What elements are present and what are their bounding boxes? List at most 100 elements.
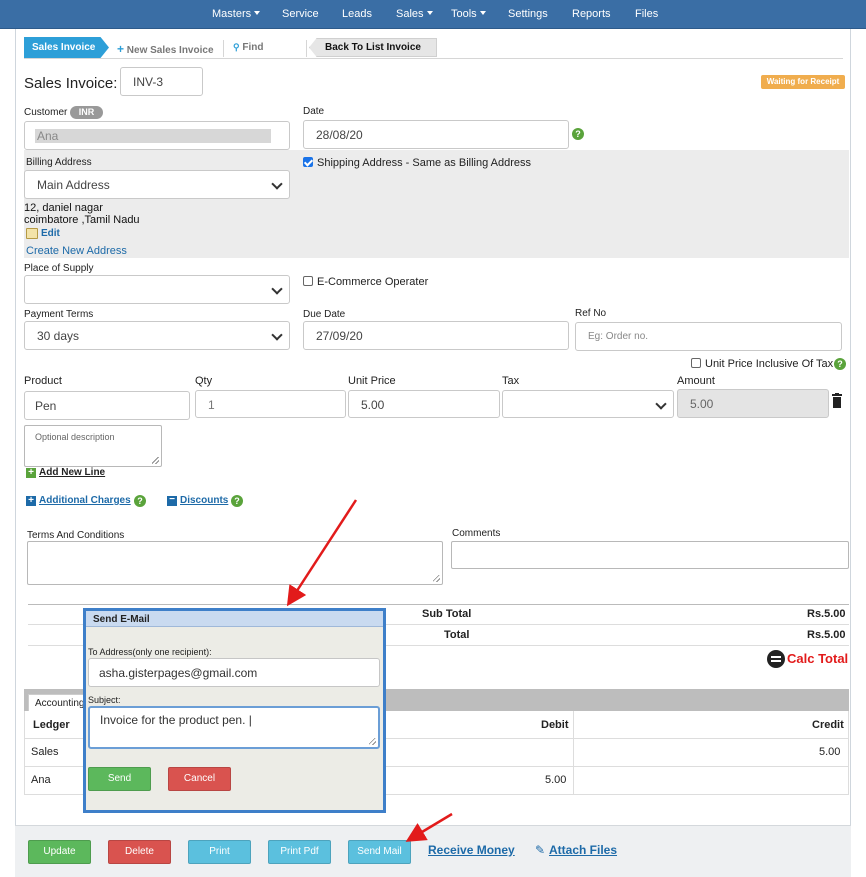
comments-label: Comments — [452, 528, 501, 539]
plus-icon: + — [117, 42, 125, 56]
send-button[interactable]: Send — [88, 767, 151, 791]
chevron-down-icon — [271, 329, 283, 341]
caret-down-icon — [426, 11, 433, 15]
product-header: Product — [24, 375, 62, 387]
help-icon[interactable]: ? — [134, 495, 146, 507]
nav-files[interactable]: Files — [635, 8, 658, 20]
nav-masters[interactable]: Masters — [212, 8, 261, 20]
edit-address-link[interactable]: Edit — [41, 228, 60, 239]
place-of-supply-select[interactable] — [24, 275, 290, 304]
back-to-list-button[interactable]: Back To List Invoice — [309, 38, 437, 57]
tab-divider — [223, 40, 224, 57]
caret-down-icon — [254, 11, 261, 15]
due-date-label: Due Date — [303, 309, 346, 320]
payment-terms-label: Payment Terms — [24, 309, 94, 320]
credit-header: Credit — [812, 719, 844, 731]
customer-field[interactable]: Ana — [24, 121, 290, 150]
update-button[interactable]: Update — [28, 840, 91, 864]
sub-total-label: Sub Total — [422, 608, 472, 620]
discounts-link[interactable]: Discounts — [180, 495, 228, 506]
modal-title: Send E-Mail — [86, 611, 383, 627]
tab-find[interactable]: ⚲ Find — [233, 42, 263, 53]
chevron-down-icon — [271, 178, 283, 190]
ref-no-input[interactable]: Eg: Order no. — [575, 322, 842, 351]
subject-textarea[interactable]: Invoice for the product pen. | — [88, 706, 380, 749]
chevron-down-icon — [655, 398, 667, 410]
ecommerce-checkbox[interactable] — [303, 276, 313, 286]
calc-total-button[interactable]: Calc Total — [787, 651, 848, 666]
additional-charges-link[interactable]: Additional Charges — [39, 495, 131, 506]
add-icon: + — [26, 468, 36, 478]
totals-divider — [28, 604, 849, 605]
comments-textarea[interactable] — [451, 541, 849, 569]
tax-select[interactable] — [502, 390, 674, 418]
tab-new-sales-invoice[interactable]: + New Sales Invoice — [117, 42, 214, 56]
chevron-down-icon — [271, 283, 283, 295]
ledger-tab-accounting[interactable]: Accounting — [28, 694, 88, 711]
paperclip-icon: ✎ — [535, 843, 546, 857]
shipping-same-label: Shipping Address - Same as Billing Addre… — [317, 157, 532, 169]
nav-leads[interactable]: Leads — [342, 8, 372, 20]
add-new-line-link[interactable]: Add New Line — [39, 467, 105, 478]
nav-sales[interactable]: Sales — [396, 8, 433, 20]
status-badge: Waiting for Receipt — [761, 75, 845, 89]
help-icon[interactable]: ? — [231, 495, 243, 507]
customer-value: Ana — [35, 129, 271, 143]
date-field[interactable]: 28/08/20 — [303, 120, 569, 149]
caret-down-icon — [479, 11, 486, 15]
unit-price-header: Unit Price — [348, 375, 396, 387]
invoice-number-field[interactable]: INV-3 — [120, 67, 203, 96]
unit-price-inclusive-checkbox[interactable] — [691, 358, 701, 368]
total-value: Rs.5.00 — [807, 629, 846, 641]
tax-header: Tax — [502, 375, 520, 387]
cancel-button[interactable]: Cancel — [168, 767, 231, 791]
nav-settings[interactable]: Settings — [508, 8, 548, 20]
print-button[interactable]: Print — [188, 840, 251, 864]
ledger-header: Ledger — [33, 719, 70, 731]
amount-field: 5.00 — [677, 389, 829, 418]
nav-reports[interactable]: Reports — [572, 8, 611, 20]
subject-label: Subject: — [88, 695, 121, 705]
minus-icon: − — [167, 495, 177, 506]
due-date-field[interactable]: 27/09/20 — [303, 321, 569, 350]
description-textarea[interactable]: Optional description — [24, 425, 162, 467]
help-icon[interactable]: ? — [834, 358, 846, 370]
debit-header: Debit — [541, 719, 569, 731]
nav-tools[interactable]: Tools — [451, 8, 486, 20]
product-input[interactable]: Pen — [24, 391, 190, 420]
qty-input[interactable]: 1 — [195, 390, 346, 418]
column-divider — [573, 711, 574, 795]
attach-files-link[interactable]: Attach Files — [549, 843, 617, 857]
ref-no-label: Ref No — [575, 308, 607, 319]
nav-service[interactable]: Service — [282, 8, 319, 20]
total-label: Total — [444, 629, 470, 641]
calculator-icon — [767, 650, 785, 668]
search-icon: ⚲ — [233, 42, 240, 52]
tab-sales-invoice[interactable]: Sales Invoice — [24, 37, 109, 58]
terms-label: Terms And Conditions — [27, 530, 125, 541]
delete-button[interactable]: Delete — [108, 840, 171, 864]
receive-money-link[interactable]: Receive Money — [428, 843, 515, 857]
payment-terms-select[interactable]: 30 days — [24, 321, 290, 350]
shipping-same-checkbox[interactable] — [303, 157, 313, 167]
billing-address-label: Billing Address — [26, 157, 92, 168]
sub-total-value: Rs.5.00 — [807, 608, 846, 620]
ledger-row-ledger: Ana — [31, 774, 51, 786]
trash-icon[interactable] — [832, 393, 842, 408]
to-address-input[interactable]: asha.gisterpages@gmail.com — [88, 658, 380, 687]
create-new-address-link[interactable]: Create New Address — [26, 245, 127, 257]
print-pdf-button[interactable]: Print Pdf — [268, 840, 331, 864]
top-navbar: Masters Service Leads Sales Tools Settin… — [0, 0, 866, 29]
currency-badge: INR — [70, 106, 103, 119]
terms-textarea[interactable] — [27, 541, 443, 585]
invoice-title: Sales Invoice: — [24, 75, 118, 92]
edit-icon — [26, 228, 38, 239]
billing-address-select[interactable]: Main Address — [24, 170, 290, 199]
unit-price-input[interactable]: 5.00 — [348, 390, 500, 418]
send-mail-button[interactable]: Send Mail — [348, 840, 411, 864]
ledger-row-debit: 5.00 — [545, 774, 567, 786]
help-icon[interactable]: ? — [572, 128, 584, 140]
customer-label: Customer — [24, 107, 68, 118]
unit-price-inclusive-label: Unit Price Inclusive Of Tax — [705, 358, 834, 370]
amount-header: Amount — [677, 375, 715, 387]
